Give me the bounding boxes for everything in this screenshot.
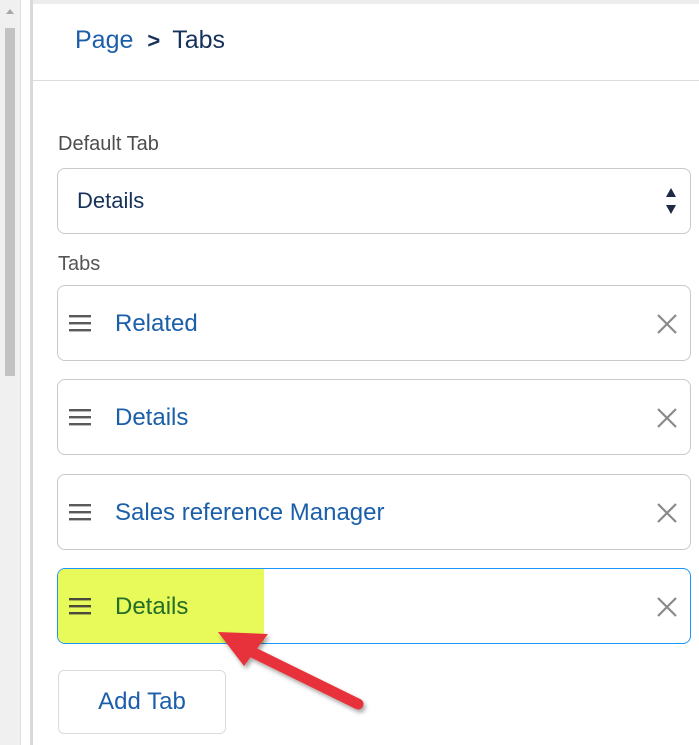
close-icon[interactable]: [656, 407, 678, 429]
tab-item-label[interactable]: Related: [115, 310, 198, 338]
breadcrumb-separator: >: [147, 27, 161, 53]
tab-item-related[interactable]: Related: [57, 285, 691, 361]
drag-handle-icon[interactable]: [69, 407, 93, 427]
tab-item-sales-reference-manager[interactable]: Sales reference Manager: [57, 474, 691, 550]
close-icon[interactable]: [656, 313, 678, 335]
close-icon[interactable]: [656, 596, 678, 618]
add-tab-button[interactable]: Add Tab: [58, 670, 226, 734]
tab-item-label[interactable]: Sales reference Manager: [115, 499, 384, 527]
drag-handle-icon[interactable]: [69, 313, 93, 333]
tab-item-details-new[interactable]: Details: [57, 568, 691, 644]
tab-item-details[interactable]: Details: [57, 379, 691, 455]
panel-divider: [30, 0, 33, 745]
drag-handle-icon[interactable]: [69, 596, 93, 616]
page-frame: Page > Tabs Default Tab Details Tabs Rel…: [0, 0, 699, 745]
vertical-scrollbar[interactable]: [0, 0, 21, 745]
tabs-section-label: Tabs: [58, 253, 101, 275]
tab-item-label[interactable]: Details: [115, 404, 188, 432]
default-tab-select[interactable]: Details: [57, 168, 691, 234]
tab-item-label[interactable]: Details: [115, 593, 188, 621]
default-tab-value: Details: [77, 188, 145, 213]
close-icon[interactable]: [656, 502, 678, 524]
breadcrumb: Page > Tabs: [75, 26, 225, 55]
default-tab-label: Default Tab: [58, 133, 159, 155]
drag-handle-icon[interactable]: [69, 502, 93, 522]
scroll-thumb[interactable]: [5, 28, 15, 376]
breadcrumb-page-link[interactable]: Page: [75, 26, 133, 55]
breadcrumb-current: Tabs: [172, 26, 226, 54]
sort-arrows-icon: [666, 188, 676, 214]
scroll-up-icon[interactable]: [6, 9, 14, 14]
panel-header: Page > Tabs: [33, 4, 699, 81]
